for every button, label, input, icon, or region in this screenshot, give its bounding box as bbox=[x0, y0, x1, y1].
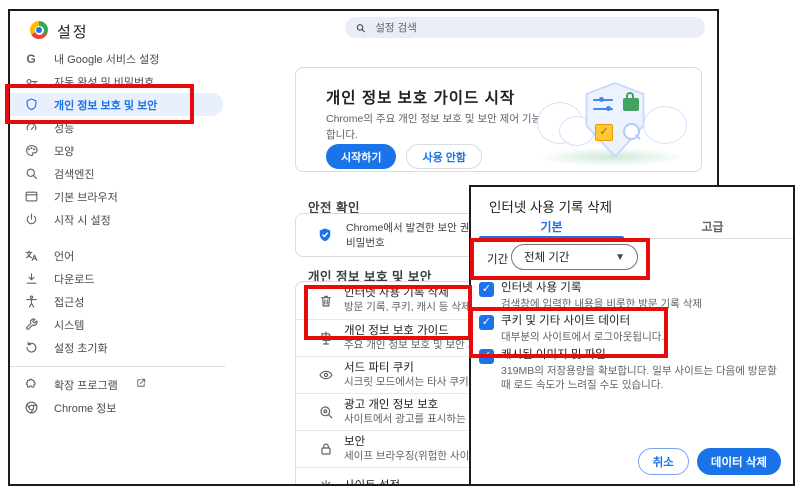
list-item-subtitle: 방문 기록, 쿠키, 캐시 등 삭제 bbox=[344, 301, 471, 314]
search-input[interactable] bbox=[373, 21, 695, 35]
key-icon bbox=[23, 74, 39, 90]
sidebar-item-label: 검색엔진 bbox=[54, 166, 94, 182]
period-value: 전체 기간 bbox=[524, 249, 570, 265]
sidebar-item-puzzle[interactable]: 확장 프로그램 bbox=[10, 373, 238, 396]
tab-basic[interactable]: 기본 bbox=[471, 217, 632, 238]
chrome-icon bbox=[23, 400, 39, 416]
shield-illustration-inner bbox=[585, 84, 645, 155]
dialog-row-title: 캐시된 이미지 및 파일 bbox=[501, 348, 787, 364]
lock-icon bbox=[318, 441, 334, 457]
sidebar-item-label: 언어 bbox=[54, 248, 74, 264]
sidebar-item-key[interactable]: 자동 완성 및 비밀번호 bbox=[10, 70, 238, 93]
checkbox-checked-icon[interactable]: ✓ bbox=[479, 282, 494, 297]
sidebar-item-label: 성능 bbox=[54, 120, 74, 136]
cancel-button[interactable]: 취소 bbox=[638, 448, 689, 475]
sidebar-item-reset[interactable]: 설정 초기화 bbox=[10, 336, 238, 359]
period-dropdown[interactable]: 전체 기간 ▼ bbox=[511, 244, 638, 270]
sidebar-item-label: 시스템 bbox=[54, 317, 84, 333]
sidebar-item-translate[interactable]: 언어 bbox=[10, 244, 238, 267]
sidebar-item-label: 모양 bbox=[54, 143, 74, 159]
eye-icon bbox=[318, 367, 334, 383]
sidebar-item-google-g[interactable]: G 내 Google 서비스 설정 bbox=[10, 47, 238, 70]
google-g-icon: G bbox=[23, 51, 39, 67]
dialog-title: 인터넷 사용 기록 삭제 bbox=[489, 196, 612, 216]
sidebar: G 내 Google 서비스 설정자동 완성 및 비밀번호개인 정보 보호 및 보… bbox=[10, 47, 238, 419]
sidebar-item-label: 개인 정보 보호 및 보안 bbox=[54, 97, 157, 113]
magnifier-icon bbox=[623, 123, 640, 140]
settings-search[interactable] bbox=[345, 17, 705, 38]
dialog-row-title: 쿠키 및 기타 사이트 데이터 bbox=[501, 314, 664, 330]
accessibility-icon bbox=[23, 294, 39, 310]
search-icon bbox=[355, 22, 366, 34]
translate-icon bbox=[23, 248, 39, 264]
palette-icon bbox=[23, 143, 39, 159]
sidebar-item-chrome[interactable]: Chrome 정보 bbox=[10, 396, 238, 419]
privacy-guide-card: 개인 정보 보호 가이드 시작 Chrome의 주요 개인 정보 보호 및 보안… bbox=[295, 67, 702, 172]
sidebar-item-power[interactable]: 시작 시 설정 bbox=[10, 208, 238, 231]
sidebar-item-label: 기본 브라우저 bbox=[54, 189, 118, 205]
checkbox-checked-icon[interactable]: ✓ bbox=[479, 315, 494, 330]
lock-icon bbox=[623, 98, 639, 111]
dialog-row: ✓ 쿠키 및 기타 사이트 데이터대부분의 사이트에서 로그아웃됩니다. bbox=[479, 314, 787, 344]
chrome-logo-icon bbox=[30, 21, 48, 39]
start-button[interactable]: 시작하기 bbox=[326, 144, 396, 169]
dialog-row-title: 인터넷 사용 기록 bbox=[501, 281, 702, 297]
sidebar-divider bbox=[10, 366, 225, 367]
sidebar-item-browser[interactable]: 기본 브라우저 bbox=[10, 185, 238, 208]
checkbox-icon: ✓ bbox=[595, 124, 613, 141]
no-thanks-button[interactable]: 사용 안함 bbox=[406, 144, 482, 169]
sidebar-item-label: 다운로드 bbox=[54, 271, 94, 287]
ads-icon bbox=[318, 404, 334, 420]
tune-dot bbox=[599, 97, 604, 102]
dialog-row-subtitle: 검색창에 입력한 내용을 비롯한 방문 기록 삭제 bbox=[501, 297, 702, 311]
clear-data-button[interactable]: 데이터 삭제 bbox=[697, 448, 781, 475]
speedometer-icon bbox=[23, 120, 39, 136]
sidebar-item-label: 설정 초기화 bbox=[54, 340, 108, 356]
tab-advanced[interactable]: 고급 bbox=[632, 217, 793, 238]
gear-icon bbox=[318, 478, 334, 486]
signpost-icon bbox=[318, 330, 334, 346]
tune-dot bbox=[606, 106, 611, 111]
privacy-guide-illustration: ✓ bbox=[531, 76, 691, 166]
chevron-down-icon: ▼ bbox=[615, 252, 625, 263]
sidebar-item-label: 확장 프로그램 bbox=[54, 377, 118, 393]
reset-icon bbox=[23, 340, 39, 356]
shield-icon bbox=[23, 97, 39, 113]
sidebar-item-label: 시작 시 설정 bbox=[54, 212, 111, 228]
sidebar-item-label: 접근성 bbox=[54, 294, 84, 310]
sidebar-item-label: Chrome 정보 bbox=[54, 400, 116, 416]
external-link-icon bbox=[135, 377, 147, 392]
puzzle-icon bbox=[23, 377, 39, 393]
checkbox-checked-icon[interactable]: ✓ bbox=[479, 349, 494, 364]
dialog-row-subtitle: 대부분의 사이트에서 로그아웃됩니다. bbox=[501, 330, 664, 344]
trash-icon bbox=[318, 293, 334, 309]
clear-browsing-data-dialog: 인터넷 사용 기록 삭제 기본고급 기간 전체 기간 ▼ ✓ 인터넷 사용 기록검… bbox=[469, 185, 795, 486]
sidebar-item-wrench[interactable]: 시스템 bbox=[10, 313, 238, 336]
sidebar-item-label: 내 Google 서비스 설정 bbox=[54, 51, 159, 67]
page-title: 설정 bbox=[57, 21, 89, 42]
sidebar-item-speedometer[interactable]: 성능 bbox=[10, 116, 238, 139]
shield-check-icon bbox=[316, 226, 334, 244]
browser-icon bbox=[23, 189, 39, 205]
list-item-title: 인터넷 사용 기록 삭제 bbox=[344, 286, 471, 301]
guide-card-title: 개인 정보 보호 가이드 시작 bbox=[326, 86, 515, 108]
download-icon bbox=[23, 271, 39, 287]
power-icon bbox=[23, 212, 39, 228]
cloud-shape bbox=[643, 106, 687, 144]
dialog-tabs: 기본고급 bbox=[471, 217, 793, 239]
sidebar-item-search[interactable]: 검색엔진 bbox=[10, 162, 238, 185]
list-item-title: 사이트 설정 bbox=[344, 479, 400, 486]
sidebar-item-label: 자동 완성 및 비밀번호 bbox=[54, 74, 154, 90]
sidebar-item-palette[interactable]: 모양 bbox=[10, 139, 238, 162]
sidebar-item-accessibility[interactable]: 접근성 bbox=[10, 290, 238, 313]
sidebar-item-shield[interactable]: 개인 정보 보호 및 보안 bbox=[10, 93, 223, 116]
sidebar-item-download[interactable]: 다운로드 bbox=[10, 267, 238, 290]
dialog-row: ✓ 인터넷 사용 기록검색창에 입력한 내용을 비롯한 방문 기록 삭제 bbox=[479, 281, 787, 311]
wrench-icon bbox=[23, 317, 39, 333]
dialog-row: ✓ 캐시된 이미지 및 파일319MB의 저장용량을 확보합니다. 일부 사이트는… bbox=[479, 348, 787, 392]
dialog-row-subtitle: 319MB의 저장용량을 확보합니다. 일부 사이트는 다음에 방문할 때 로드… bbox=[501, 364, 787, 392]
period-label: 기간 bbox=[487, 251, 508, 267]
search-icon bbox=[23, 166, 39, 182]
